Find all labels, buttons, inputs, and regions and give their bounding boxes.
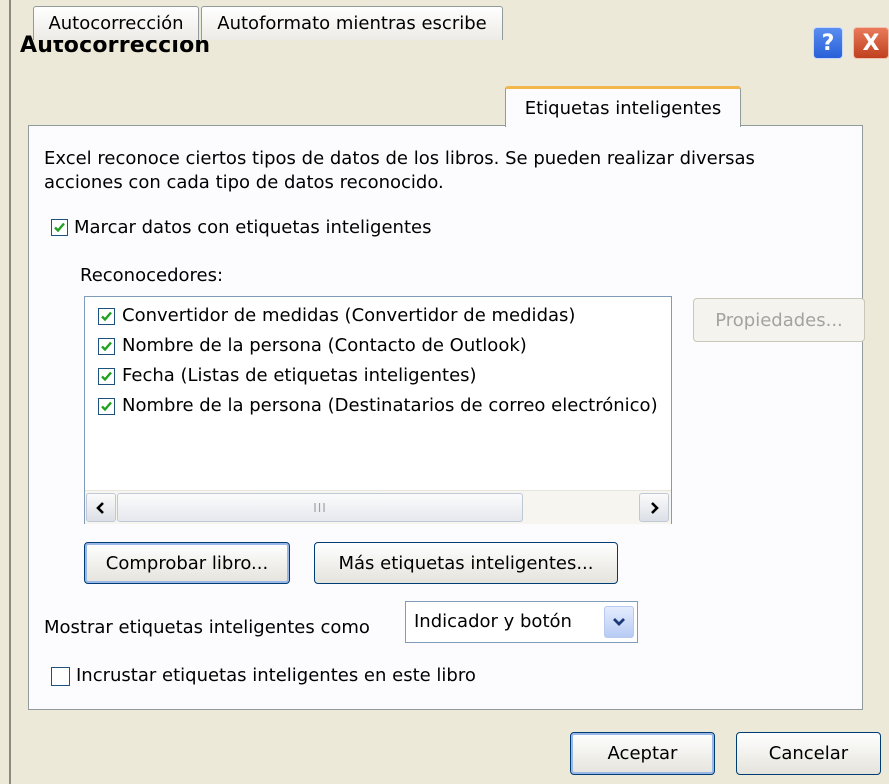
horizontal-scrollbar[interactable]: III (85, 490, 671, 524)
embed-tags-label: Incrustar etiquetas inteligentes en este… (76, 665, 476, 686)
properties-button[interactable]: Propiedades... (693, 298, 865, 342)
recognizer-checkbox[interactable] (98, 308, 115, 325)
mark-data-label: Marcar datos con etiquetas inteligentes (74, 217, 432, 238)
mark-data-checkbox[interactable] (51, 219, 68, 236)
chevron-left-icon (96, 501, 104, 514)
chevron-right-icon (651, 501, 659, 514)
recognizer-label: Nombre de la persona (Destinatarios de c… (122, 395, 658, 416)
checkmark-icon (101, 401, 112, 412)
close-icon: X (862, 30, 880, 56)
recognizer-label: Nombre de la persona (Contacto de Outloo… (122, 335, 527, 356)
recognizer-checkbox[interactable] (98, 398, 115, 415)
checkmark-icon (101, 341, 112, 352)
help-icon: ? (821, 30, 835, 56)
dropdown-arrow-button[interactable] (604, 606, 634, 638)
description-text: Excel reconoce ciertos tipos de datos de… (44, 148, 755, 169)
tab-label: Etiquetas inteligentes (524, 97, 722, 119)
scroll-left-button[interactable] (86, 493, 116, 522)
embed-tags-checkbox[interactable] (51, 667, 70, 686)
tab-autocorreccion[interactable]: Autocorrección (33, 6, 199, 40)
chevron-down-icon (613, 618, 625, 626)
tab-label: Autoformato mientras escribe (217, 13, 487, 34)
checkmark-icon (101, 311, 112, 322)
description-text: acciones con cada tipo de datos reconoci… (44, 172, 444, 193)
recognizer-label: Fecha (Listas de etiquetas inteligentes) (122, 365, 477, 386)
list-item[interactable]: Convertidor de medidas (Convertidor de m… (85, 302, 671, 332)
list-item[interactable]: Nombre de la persona (Contacto de Outloo… (85, 332, 671, 362)
list-item[interactable]: Nombre de la persona (Destinatarios de c… (85, 392, 671, 422)
autocorrect-dialog: Autocorrección ? X Autocorrección Autofo… (0, 0, 889, 784)
scroll-grip: III (313, 500, 327, 515)
tab-autoformato[interactable]: Autoformato mientras escribe (201, 6, 503, 40)
check-book-button[interactable]: Comprobar libro... (84, 542, 290, 584)
button-label: Más etiquetas inteligentes... (338, 552, 594, 574)
scroll-right-button[interactable] (639, 493, 669, 522)
list-item[interactable]: Fecha (Listas de etiquetas inteligentes) (85, 362, 671, 392)
recognizer-checkbox[interactable] (98, 338, 115, 355)
recognizer-checkbox[interactable] (98, 368, 115, 385)
more-smart-tags-button[interactable]: Más etiquetas inteligentes... (314, 542, 618, 584)
show-as-dropdown[interactable]: Indicador y botón (405, 601, 638, 643)
scroll-thumb[interactable]: III (117, 493, 523, 522)
help-button[interactable]: ? (813, 27, 843, 59)
recognizers-label: Reconocedores: (80, 265, 224, 286)
show-as-label: Mostrar etiquetas inteligentes como (44, 617, 370, 638)
ok-button[interactable]: Aceptar (570, 732, 715, 775)
recognizer-label: Convertidor de medidas (Convertidor de m… (122, 305, 576, 326)
button-label: Comprobar libro... (105, 552, 269, 574)
tab-label: Autocorrección (48, 13, 184, 34)
button-label: Cancelar (768, 743, 849, 764)
tab-etiquetas-inteligentes[interactable]: Etiquetas inteligentes (505, 86, 741, 127)
button-label: Propiedades... (715, 309, 843, 331)
show-as-value: Indicador y botón (414, 611, 572, 632)
checkmark-icon (54, 222, 65, 233)
cancel-button[interactable]: Cancelar (736, 732, 881, 775)
checkmark-icon (101, 371, 112, 382)
button-label: Aceptar (607, 743, 678, 764)
close-button[interactable]: X (853, 27, 889, 59)
